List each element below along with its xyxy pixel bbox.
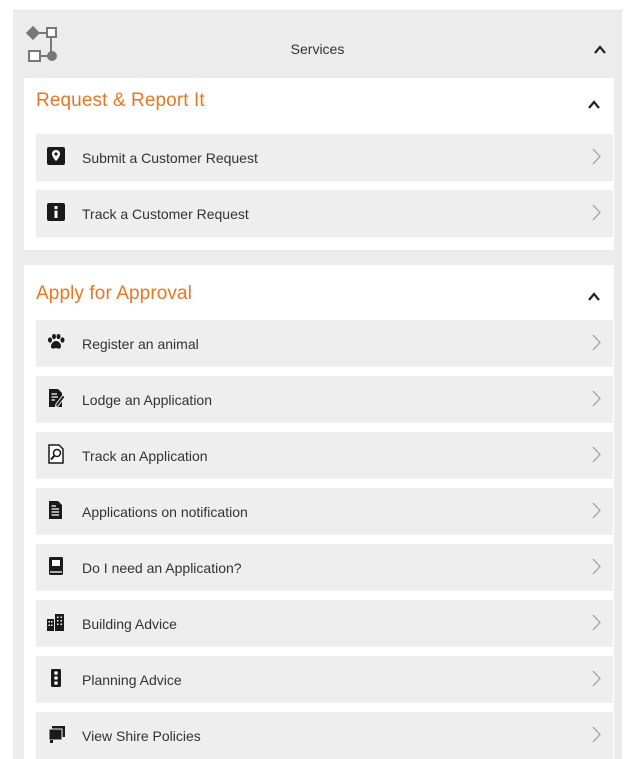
book-icon — [49, 557, 63, 575]
chevron-right-icon — [592, 148, 601, 165]
chevron-right-icon — [592, 502, 601, 519]
list-item-label: Register an animal — [82, 336, 199, 352]
document-list-icon — [49, 501, 62, 519]
list-item-register-animal[interactable]: Register an animal — [36, 320, 613, 367]
list-item-track-customer-request[interactable]: Track a Customer Request — [36, 190, 613, 237]
section-request-report: Request & Report It Submit a Customer Re… — [24, 78, 614, 250]
list-item-applications-on-notification[interactable]: Applications on notification — [36, 488, 613, 535]
chevron-up-icon[interactable] — [588, 100, 600, 109]
traffic-light-icon — [51, 669, 61, 687]
building-icon — [47, 614, 64, 631]
chevron-right-icon — [592, 446, 601, 463]
list-item-label: Track a Customer Request — [82, 206, 249, 222]
list-item-label: Track an Application — [82, 448, 208, 464]
list-item-submit-customer-request[interactable]: Submit a Customer Request — [36, 134, 613, 181]
services-title: Services — [290, 41, 345, 57]
chevron-right-icon — [592, 390, 601, 407]
section-apply-approval: Apply for Approval Register an animal Lo… — [24, 265, 614, 759]
chevron-right-icon — [592, 670, 601, 687]
list-item-need-application[interactable]: Do I need an Application? — [36, 544, 613, 591]
section-title-apply-approval[interactable]: Apply for Approval — [36, 283, 192, 305]
search-document-icon — [48, 444, 64, 464]
list-item-label: Applications on notification — [82, 504, 248, 520]
list-item-label: View Shire Policies — [82, 728, 201, 744]
list-item-planning-advice[interactable]: Planning Advice — [36, 656, 613, 703]
chevron-up-icon[interactable] — [594, 45, 606, 54]
info-icon — [47, 203, 65, 221]
documents-stack-icon — [48, 726, 65, 743]
list-item-view-shire-policies[interactable]: View Shire Policies — [36, 712, 613, 759]
chevron-up-icon[interactable] — [588, 292, 600, 301]
chevron-right-icon — [592, 204, 601, 221]
map-marker-icon — [47, 147, 65, 165]
edit-document-icon — [49, 389, 66, 408]
list-item-track-application[interactable]: Track an Application — [36, 432, 613, 479]
list-item-label: Planning Advice — [82, 672, 182, 688]
chevron-right-icon — [592, 726, 601, 743]
list-item-lodge-application[interactable]: Lodge an Application — [36, 376, 613, 423]
chevron-right-icon — [592, 334, 601, 351]
list-item-label: Lodge an Application — [82, 392, 212, 408]
list-item-label: Building Advice — [82, 616, 177, 632]
section-title-request-report[interactable]: Request & Report It — [36, 90, 205, 112]
list-item-label: Do I need an Application? — [82, 560, 242, 576]
list-item-label: Submit a Customer Request — [82, 150, 258, 166]
services-header[interactable]: Services — [13, 11, 622, 79]
chevron-right-icon — [592, 614, 601, 631]
chevron-right-icon — [592, 558, 601, 575]
paw-icon — [48, 333, 65, 349]
services-panel: Services Request & Report It Submit a Cu… — [13, 10, 622, 759]
list-item-building-advice[interactable]: Building Advice — [36, 600, 613, 647]
